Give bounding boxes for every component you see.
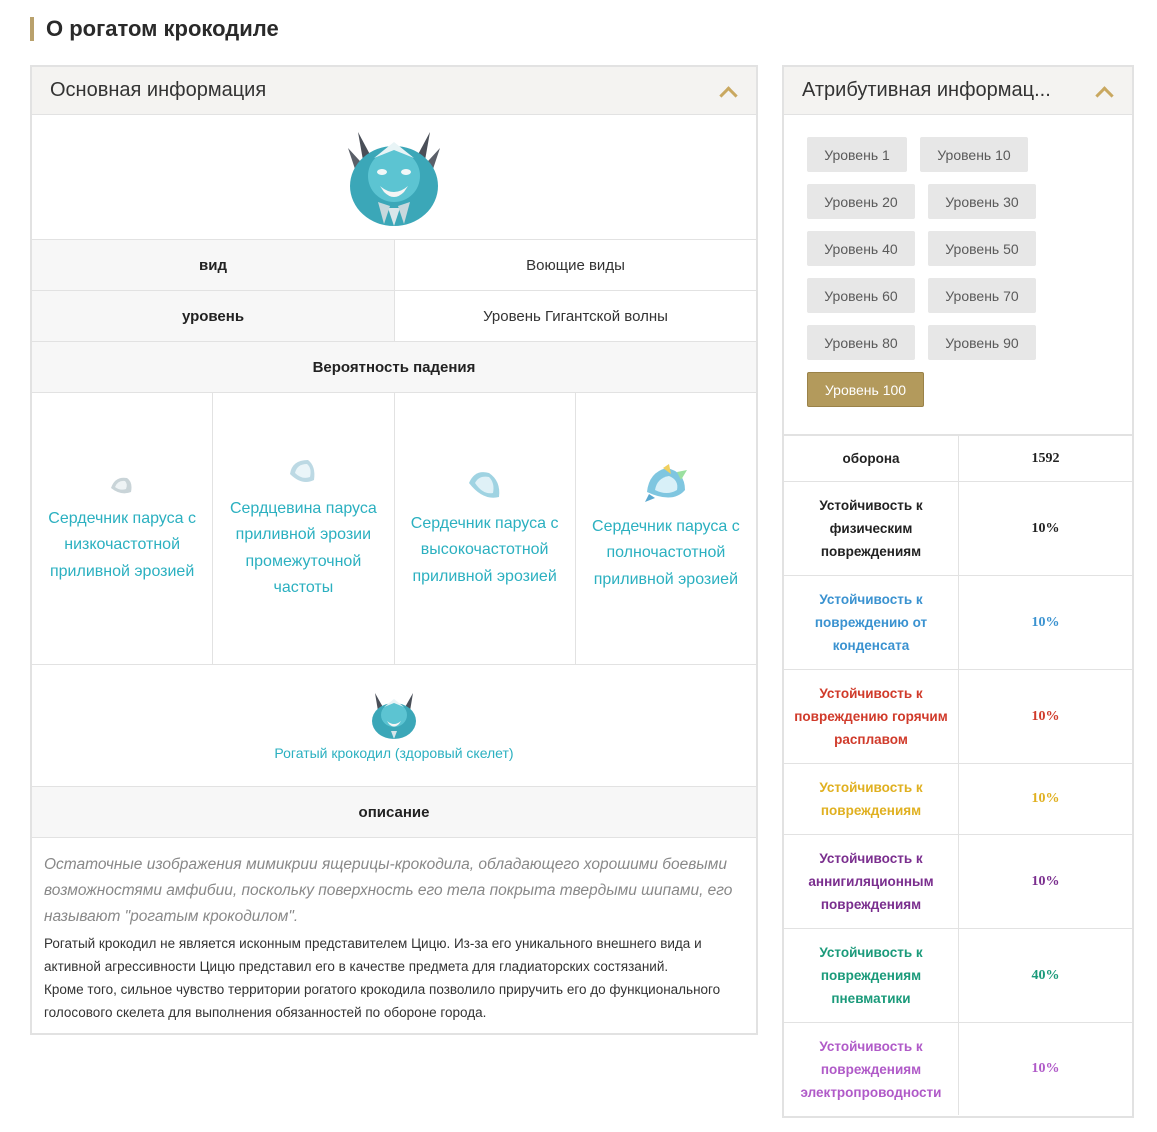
attribute-info-title: Атрибутивная информац... [802,79,1051,101]
attribute-label: Устойчивость к повреждениям [784,764,959,834]
sail-core-icon [111,477,132,494]
variant-name: Рогатый крокодил (здоровый скелет) [274,744,514,761]
attribute-row: Устойчивость к повреждению от конденсата… [784,576,1132,670]
level-button-40[interactable]: Уровень 40 [807,231,915,266]
description-heading: описание [32,787,756,838]
level-button-100[interactable]: Уровень 100 [807,372,924,407]
variant-row[interactable]: Рогатый крокодил (здоровый скелет) [32,665,756,787]
info-row-level: уровень Уровень Гигантской волны [32,291,756,342]
basic-info-panel: Основная информация вид Воющие виды уров… [30,65,758,1035]
basic-info-title: Основная информация [50,79,267,101]
drop-item-name: Сердечник паруса с высокочастотной прили… [410,514,559,585]
attribute-row: Устойчивость к физическим повреждениям 1… [784,482,1132,576]
info-label: уровень [32,291,395,341]
info-value: Уровень Гигантской волны [483,307,668,325]
attribute-label: Устойчивость к повреждениям пневматики [784,929,959,1022]
attribute-row: Устойчивость к повреждениям электропрово… [784,1023,1132,1115]
drop-item[interactable]: Сердечник паруса с высокочастотной прили… [395,393,576,664]
info-row-type: вид Воющие виды [32,240,756,291]
info-value: Воющие виды [526,256,625,274]
attribute-value: 40% [1031,967,1060,983]
level-button-80[interactable]: Уровень 80 [807,325,915,360]
description-line: Рогатый крокодил не является исконным пр… [44,936,702,974]
level-button-60[interactable]: Уровень 60 [807,278,915,313]
attribute-label: Устойчивость к повреждениям электропрово… [784,1023,959,1115]
sail-core-icon [644,463,687,502]
basic-info-header[interactable]: Основная информация [32,67,756,115]
level-button-20[interactable]: Уровень 20 [807,184,915,219]
sail-core-icon [468,471,499,498]
level-button-50[interactable]: Уровень 50 [928,231,1036,266]
attribute-row: Устойчивость к повреждениям пневматики 4… [784,929,1132,1023]
page-title: О рогатом крокодиле [46,16,279,41]
drop-item[interactable]: Сердечник паруса с низкочастотной прилив… [32,393,214,664]
description-line: Кроме того, сильное чувство территории р… [44,982,721,1020]
description-body: Остаточные изображения мимикрии ящерицы-… [32,838,756,1024]
horned-crocodile-variant-icon [372,692,416,739]
attribute-label: Устойчивость к повреждению от конденсата [784,576,959,669]
attribute-label: оборона [784,436,959,481]
attribute-value: 10% [1031,614,1060,630]
page-title-block: О рогатом крокодиле [30,16,279,42]
level-button-90[interactable]: Уровень 90 [928,325,1036,360]
attribute-value: 10% [1031,520,1060,536]
attribute-info-panel: Атрибутивная информац... Уровень 1 Урове… [782,65,1134,1118]
attribute-row: Устойчивость к повреждениям 10% [784,764,1132,835]
drop-item[interactable]: Сердечник паруса с полночастотной прилив… [576,393,756,664]
horned-crocodile-portrait [344,128,444,226]
monster-avatar-row [32,115,756,240]
level-button-1[interactable]: Уровень 1 [807,137,907,172]
drops-grid: Сердечник паруса с низкочастотной прилив… [32,393,756,665]
info-label: вид [32,240,395,290]
attribute-table: оборона 1592 Устойчивость к физическим п… [784,434,1132,1115]
attribute-label: Устойчивость к физическим повреждениям [784,482,959,575]
drops-heading: Вероятность падения [32,342,756,393]
attribute-value: 1592 [1031,450,1060,466]
attribute-value: 10% [1031,1061,1060,1076]
attribute-label: Устойчивость к аннигиляционным поврежден… [784,835,959,928]
attribute-value: 10% [1031,791,1060,806]
level-button-10[interactable]: Уровень 10 [920,137,1028,172]
drop-item-name: Сердечник паруса с полночастотной прилив… [592,517,740,588]
attribute-info-header[interactable]: Атрибутивная информац... [784,67,1132,115]
level-button-30[interactable]: Уровень 30 [928,184,1036,219]
attribute-row: Устойчивость к аннигиляционным поврежден… [784,835,1132,929]
level-selector: Уровень 1 Уровень 10 Уровень 20 Уровень … [784,115,1104,434]
chevron-up-icon[interactable] [718,81,738,101]
sail-core-icon [290,459,315,482]
level-button-70[interactable]: Уровень 70 [928,278,1036,313]
drop-item-name: Сердцевина паруса приливной эрозии проме… [229,499,377,597]
attribute-row: Устойчивость к повреждению горячим распл… [784,670,1132,764]
drop-item[interactable]: Сердцевина паруса приливной эрозии проме… [213,393,395,664]
title-accent-bar [30,17,34,41]
attribute-value: 10% [1031,708,1060,724]
description-italic: Остаточные изображения мимикрии ящерицы-… [44,856,733,925]
chevron-up-icon[interactable] [1094,81,1114,101]
attribute-row: оборона 1592 [784,436,1132,482]
drop-item-name: Сердечник паруса с низкочастотной прилив… [48,509,196,580]
attribute-label: Устойчивость к повреждению горячим распл… [784,670,959,763]
attribute-value: 10% [1031,873,1060,889]
